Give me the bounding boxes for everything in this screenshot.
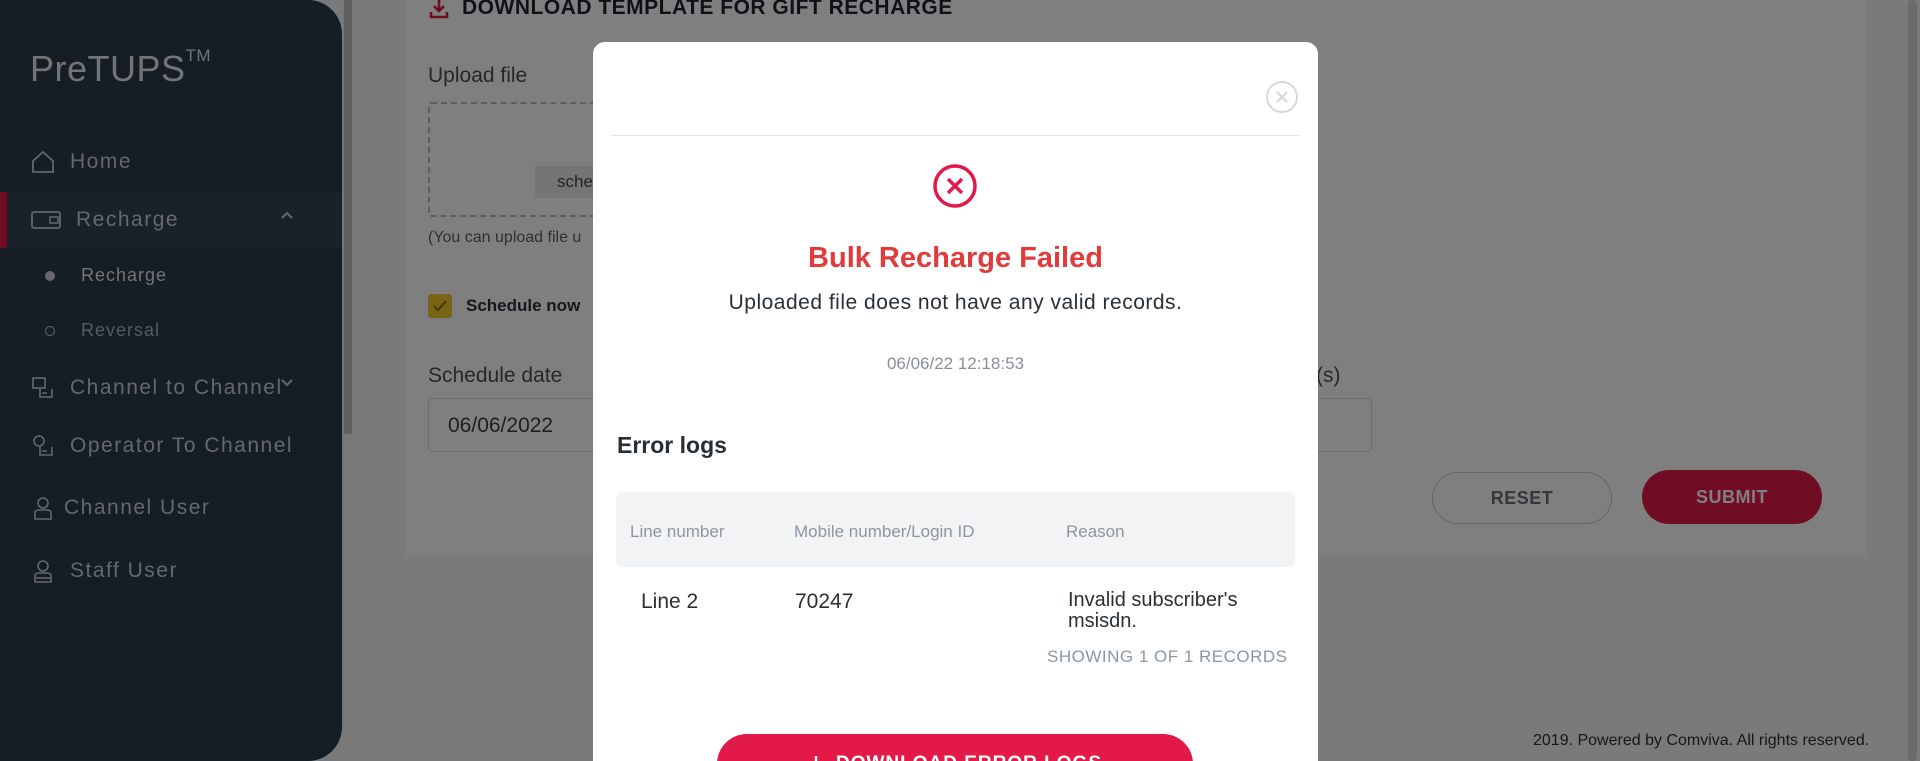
bulk-recharge-result-modal: Bulk Recharge Failed Uploaded file does … [593,42,1318,761]
download-error-logs-button[interactable]: DOWNLOAD ERROR LOGS [717,734,1193,761]
column-header-mobile: Mobile number/Login ID [794,522,975,541]
download-icon [814,756,818,761]
modal-message: Uploaded file does not have any valid re… [728,291,1183,314]
error-logs-heading: Error logs [617,432,727,458]
cell-mobile: 70247 [795,590,854,613]
close-icon[interactable] [1265,80,1299,114]
modal-title: Bulk Recharge Failed [808,242,1103,274]
column-header-line-number: Line number [630,522,725,541]
records-info: SHOWING 1 OF 1 RECORDS [1047,647,1288,666]
page-scrollbar-thumb[interactable] [1908,0,1917,761]
error-logs-table-header: Line number Mobile number/Login ID Reaso… [616,492,1295,567]
column-header-reason: Reason [1066,522,1125,541]
modal-divider [611,135,1300,136]
error-circle-icon [933,164,977,208]
cell-reason: Invalid subscriber's msisdn. [1068,589,1238,632]
modal-timestamp: 06/06/22 12:18:53 [886,354,1025,373]
cell-line-number: Line 2 [641,590,699,613]
download-error-logs-label: DOWNLOAD ERROR LOGS [836,753,1102,761]
